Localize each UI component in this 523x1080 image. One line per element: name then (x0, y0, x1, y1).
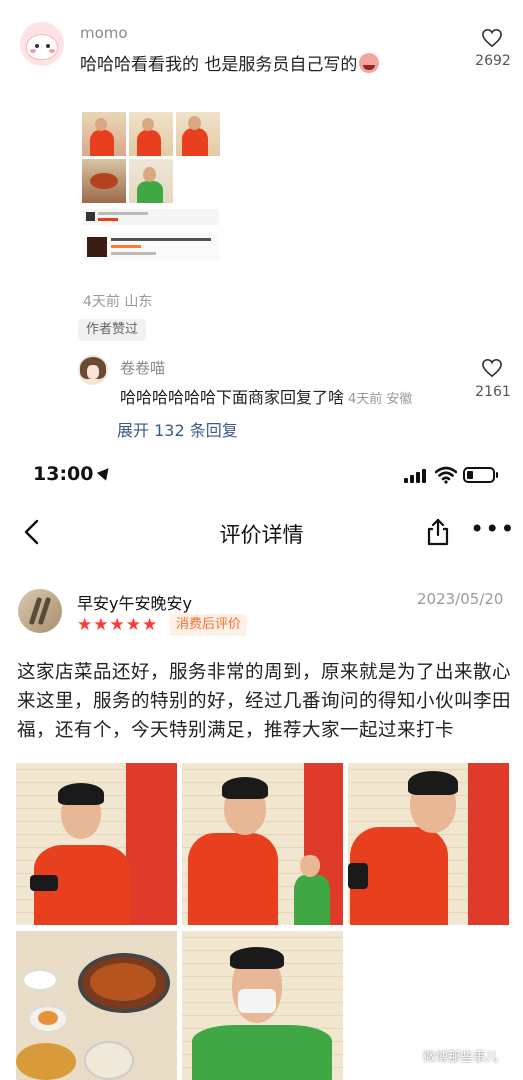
wifi-icon (435, 466, 457, 484)
thumbnail-shop-card (83, 234, 219, 260)
avatar-face (26, 34, 58, 60)
comment-image-thumbnail[interactable] (80, 84, 222, 280)
reviewer-name[interactable]: 早安y午安晚安y (77, 590, 192, 614)
thumbnail-shop-card (83, 209, 219, 225)
navigation-bar: 评价详情 ••• (0, 505, 523, 557)
watermark-brand: 微博那些事儿 (423, 1049, 499, 1064)
weibo-logo-icon (404, 1050, 420, 1063)
comment-username[interactable]: momo (80, 24, 128, 42)
review-photo[interactable] (16, 763, 177, 925)
reply-like-count: 2161 (475, 384, 511, 400)
status-time: 13:00 (33, 463, 114, 485)
reviewer-avatar[interactable] (18, 589, 62, 633)
watermark: 微博那些事儿 (404, 1046, 498, 1065)
like-heart-icon[interactable] (481, 28, 503, 48)
comment-section: momo 哈哈哈看看我的 也是服务员自己写的 2692 4天前 山东 作者赞过 … (0, 0, 523, 455)
crying-emoji-icon (359, 53, 380, 73)
status-time-text: 13:00 (33, 463, 94, 485)
thumbnail-photo (82, 159, 126, 203)
avatar-eye (35, 44, 39, 48)
star-rating: ★★★★★ (77, 615, 159, 635)
avatar-face (87, 365, 99, 379)
review-photo[interactable] (182, 763, 343, 925)
comment-text-content: 哈哈哈看看我的 也是服务员自己写的 (80, 55, 358, 75)
thumbnail-photo (82, 112, 126, 156)
thumbnail-photo (129, 112, 173, 156)
avatar-cheek (49, 49, 55, 53)
avatar-cheek (30, 49, 36, 53)
review-photo[interactable] (16, 931, 177, 1080)
like-count: 2692 (475, 53, 511, 69)
watermark-handle: @阿黄青 (452, 1068, 492, 1079)
review-photo[interactable] (182, 931, 343, 1080)
thumbnail-photo (129, 159, 173, 203)
reply-username[interactable]: 卷卷喵 (120, 357, 165, 378)
thumbnail-photo (176, 112, 220, 156)
reply-text-content: 哈哈哈哈哈哈下面商家回复了啥 (120, 388, 345, 407)
expand-replies-link[interactable]: 展开 132 条回复 (117, 417, 238, 441)
comment-text: 哈哈哈看看我的 也是服务员自己写的 (80, 50, 380, 75)
review-date: 2023/05/20 (417, 590, 504, 608)
comment-time-location: 4天前 山东 (83, 294, 153, 310)
post-consumption-tag: 消费后评价 (170, 614, 248, 636)
battery-icon (463, 467, 498, 483)
more-options-icon[interactable]: ••• (470, 517, 514, 547)
reply-avatar[interactable] (78, 355, 108, 385)
location-arrow-icon (97, 464, 114, 481)
author-liked-badge: 作者赞过 (78, 319, 147, 341)
share-icon[interactable] (425, 517, 451, 547)
avatar[interactable] (20, 22, 64, 66)
reply-time-location: 4天前 安徽 (348, 392, 413, 407)
cellular-signal-icon (404, 469, 426, 483)
like-heart-icon[interactable] (481, 358, 503, 378)
avatar-eye (46, 44, 50, 48)
reply-text: 哈哈哈哈哈哈下面商家回复了啥 4天前 安徽 (120, 384, 412, 408)
status-bar: 13:00 (0, 455, 523, 495)
review-photo[interactable] (348, 763, 509, 925)
review-text: 这家店菜品还好，服务非常的周到，原来就是为了出来散心来这里，服务的特别的好，经过… (17, 662, 512, 741)
